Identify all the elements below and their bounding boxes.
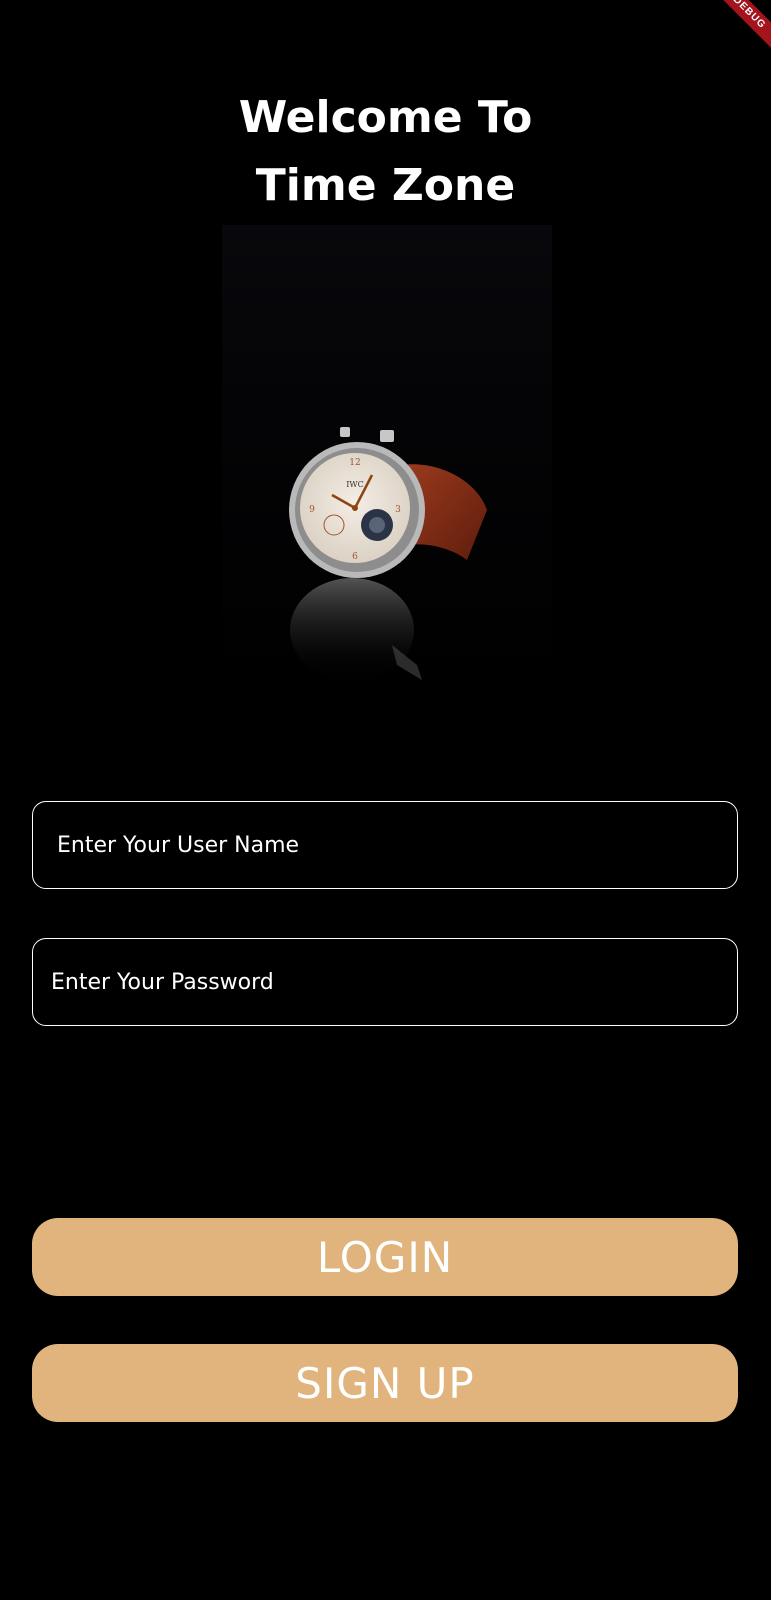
username-field[interactable] — [32, 801, 738, 889]
page-title-line-1: Welcome To — [238, 92, 533, 143]
brand-mark: IWC — [346, 480, 364, 489]
password-input[interactable] — [33, 939, 737, 1025]
svg-text:6: 6 — [352, 552, 358, 562]
svg-text:9: 9 — [309, 505, 315, 515]
username-input[interactable] — [33, 802, 737, 888]
page-title-line-2: Time Zone — [255, 160, 516, 211]
watch-illustration: 12 3 6 9 IWC — [289, 427, 487, 682]
svg-text:3: 3 — [395, 505, 401, 515]
watch-reflection — [290, 578, 414, 682]
page-title: Welcome To Time Zone — [0, 84, 771, 220]
svg-text:12: 12 — [349, 458, 360, 468]
debug-banner-label: DEBUG — [711, 0, 771, 60]
hero-watch-image: 12 3 6 9 IWC — [222, 225, 552, 705]
login-button[interactable]: LOGIN — [32, 1218, 738, 1296]
debug-banner: DEBUG — [711, 0, 771, 60]
password-field[interactable] — [32, 938, 738, 1026]
signup-button[interactable]: SIGN UP — [32, 1344, 738, 1422]
